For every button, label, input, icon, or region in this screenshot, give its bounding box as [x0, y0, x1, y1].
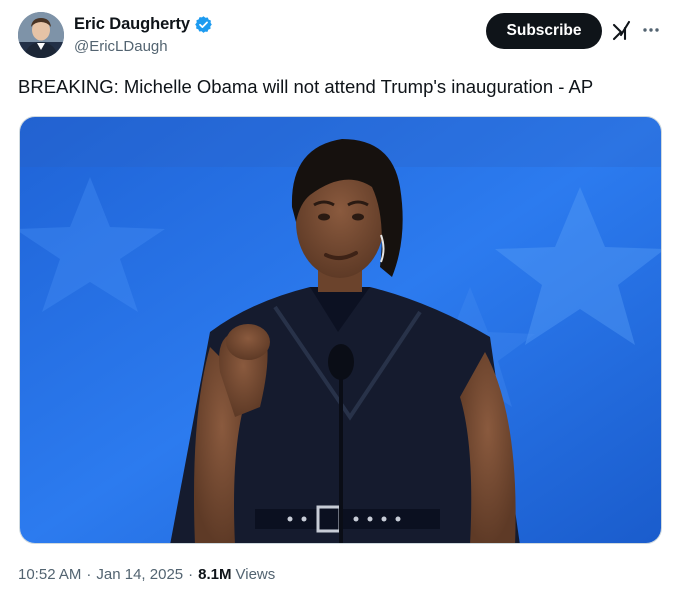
- tweet-photo[interactable]: [19, 116, 662, 544]
- views-label: Views: [235, 566, 276, 583]
- views-count: 8.1M: [198, 566, 232, 583]
- tweet-meta: 10:52 AM · Jan 14, 2025 · 8.1M Views: [18, 566, 275, 583]
- grok-icon[interactable]: [611, 19, 633, 41]
- tweet-text: BREAKING: Michelle Obama will not attend…: [18, 76, 594, 97]
- author-avatar[interactable]: [18, 12, 64, 58]
- tweet-date[interactable]: Jan 14, 2025: [96, 566, 183, 583]
- meta-separator: ·: [86, 566, 92, 583]
- meta-separator: ·: [188, 566, 194, 583]
- tweet-card: Eric Daugherty @EricLDaugh Subscribe BRE…: [0, 0, 682, 600]
- author-handle[interactable]: @EricLDaugh: [74, 38, 213, 55]
- author-name[interactable]: Eric Daugherty: [74, 15, 190, 34]
- more-horizontal-icon[interactable]: [640, 19, 662, 41]
- author-info: Eric Daugherty @EricLDaugh: [74, 13, 213, 55]
- subscribe-button[interactable]: Subscribe: [486, 13, 602, 49]
- verified-badge-icon: [194, 15, 213, 34]
- tweet-time[interactable]: 10:52 AM: [18, 566, 81, 583]
